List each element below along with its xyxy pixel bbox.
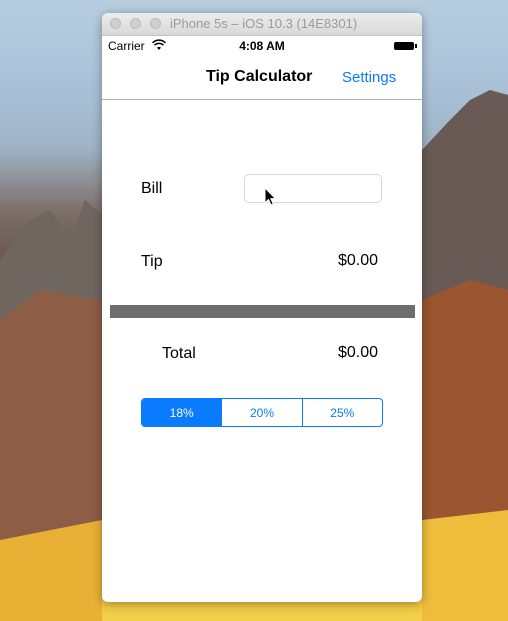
ios-status-bar: Carrier 4:08 AM — [102, 36, 422, 56]
total-amount: $0.00 — [338, 344, 379, 361]
navigation-bar: Tip Calculator Settings — [102, 56, 422, 100]
close-window-button[interactable] — [110, 18, 121, 29]
battery-icon — [394, 42, 417, 50]
divider-bar — [110, 305, 415, 318]
tip-option-20[interactable]: 20% — [222, 399, 303, 426]
tip-label: Tip — [141, 253, 163, 270]
simulator-window: iPhone 5s – iOS 10.3 (14E8301) Carrier 4… — [102, 13, 422, 602]
minimize-window-button[interactable] — [130, 18, 141, 29]
simulator-titlebar: iPhone 5s – iOS 10.3 (14E8301) — [102, 13, 422, 36]
tip-option-25[interactable]: 25% — [303, 399, 382, 426]
zoom-window-button[interactable] — [150, 18, 161, 29]
status-time: 4:08 AM — [239, 39, 285, 53]
mouse-pointer-icon — [264, 187, 277, 206]
tip-percentage-control[interactable]: 18% 20% 25% — [141, 398, 383, 427]
window-title: iPhone 5s – iOS 10.3 (14E8301) — [170, 16, 358, 31]
tip-option-18[interactable]: 18% — [142, 399, 223, 426]
settings-button[interactable]: Settings — [342, 69, 396, 86]
tip-calculator-form: Bill Tip $0.00 Total $0.00 18% 20% 25% — [102, 100, 422, 602]
tip-amount: $0.00 — [338, 252, 379, 269]
bill-label: Bill — [141, 180, 163, 197]
page-title: Tip Calculator — [206, 68, 313, 85]
total-label: Total — [162, 345, 196, 362]
